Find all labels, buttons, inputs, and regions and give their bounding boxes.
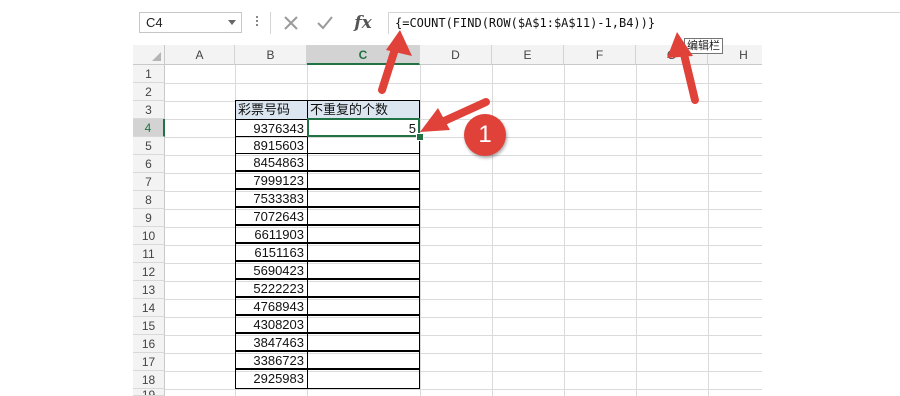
row-header-2[interactable]: 2: [133, 83, 165, 101]
column-header-b[interactable]: B: [235, 45, 307, 65]
cell-b13[interactable]: 5222223: [235, 279, 308, 297]
active-cell-outline: [307, 118, 420, 137]
cell-b8[interactable]: 7533383: [235, 189, 308, 207]
drag-handle-icon[interactable]: [256, 14, 259, 30]
spreadsheet-grid[interactable]: A B C D E F G H 1 2 3 4 5 6 7 8 9 10 11 …: [0, 45, 900, 396]
name-box-value: C4: [146, 15, 163, 30]
cell-b11[interactable]: 6151163: [235, 243, 308, 261]
row-header-8[interactable]: 8: [133, 191, 165, 209]
check-icon[interactable]: [312, 12, 338, 34]
row-header-16[interactable]: 16: [133, 335, 165, 353]
cell-c12[interactable]: [307, 261, 420, 279]
cell-b15[interactable]: 4308203: [235, 315, 308, 333]
cell-c5[interactable]: [307, 136, 420, 154]
cell-b9[interactable]: 7072643: [235, 207, 308, 225]
cell-c3[interactable]: 不重复的个数: [307, 100, 420, 120]
cell-b14[interactable]: 4768943: [235, 297, 308, 315]
formula-bar: C4 fx {=COUNT(FIND(ROW($A$1:$A$11)-1,B4)…: [0, 0, 900, 44]
cell-c14[interactable]: [307, 297, 420, 315]
row-header-11[interactable]: 11: [133, 245, 165, 263]
cell-c18[interactable]: [307, 369, 420, 389]
cell-b3[interactable]: 彩票号码: [235, 100, 308, 120]
row-header-19[interactable]: 19: [133, 389, 165, 396]
fill-handle[interactable]: [416, 133, 424, 141]
cell-b7[interactable]: 7999123: [235, 171, 308, 189]
cell-c17[interactable]: [307, 351, 420, 369]
cell-c6[interactable]: [307, 153, 420, 171]
row-header-3[interactable]: 3: [133, 101, 165, 119]
cell-c15[interactable]: [307, 315, 420, 333]
cell-b4[interactable]: 9376343: [235, 119, 308, 137]
row-header-13[interactable]: 13: [133, 281, 165, 299]
step-badge: 1: [464, 114, 506, 156]
column-header-f[interactable]: F: [564, 45, 636, 65]
row-header-5[interactable]: 5: [133, 137, 165, 155]
row-header-12[interactable]: 12: [133, 263, 165, 281]
row-header-4[interactable]: 4: [133, 119, 165, 137]
row-header-6[interactable]: 6: [133, 155, 165, 173]
cell-b6[interactable]: 8454863: [235, 153, 308, 171]
cell-c9[interactable]: [307, 207, 420, 225]
formula-bar-tooltip: 编辑栏: [684, 38, 723, 54]
select-all-button[interactable]: [133, 45, 165, 65]
cell-c8[interactable]: [307, 189, 420, 207]
row-header-17[interactable]: 17: [133, 353, 165, 371]
column-header-d[interactable]: D: [420, 45, 492, 65]
cell-b12[interactable]: 5690423: [235, 261, 308, 279]
cell-c13[interactable]: [307, 279, 420, 297]
insert-function-button[interactable]: fx: [350, 12, 376, 34]
row-header-18[interactable]: 18: [133, 371, 165, 389]
row-header-7[interactable]: 7: [133, 173, 165, 191]
cell-b17[interactable]: 3386723: [235, 351, 308, 369]
row-header-1[interactable]: 1: [133, 65, 165, 83]
column-header-a[interactable]: A: [165, 45, 235, 65]
cell-c16[interactable]: [307, 333, 420, 351]
cell-b18[interactable]: 2925983: [235, 369, 308, 389]
cell-c10[interactable]: [307, 225, 420, 243]
cell-b10[interactable]: 6611903: [235, 225, 308, 243]
column-header-e[interactable]: E: [492, 45, 564, 65]
row-header-14[interactable]: 14: [133, 299, 165, 317]
row-header-9[interactable]: 9: [133, 209, 165, 227]
row-header-15[interactable]: 15: [133, 317, 165, 335]
cell-c7[interactable]: [307, 171, 420, 189]
cell-b5[interactable]: 8915603: [235, 136, 308, 154]
formula-buttons: fx: [270, 12, 382, 34]
row-header-10[interactable]: 10: [133, 227, 165, 245]
column-header-c[interactable]: C: [307, 45, 420, 65]
name-box[interactable]: C4: [139, 12, 242, 33]
formula-input[interactable]: {=COUNT(FIND(ROW($A$1:$A$11)-1,B4))}: [388, 12, 900, 34]
cell-c11[interactable]: [307, 243, 420, 261]
cell-b16[interactable]: 3847463: [235, 333, 308, 351]
cancel-icon[interactable]: [278, 12, 304, 34]
chevron-down-icon[interactable]: [228, 20, 236, 25]
